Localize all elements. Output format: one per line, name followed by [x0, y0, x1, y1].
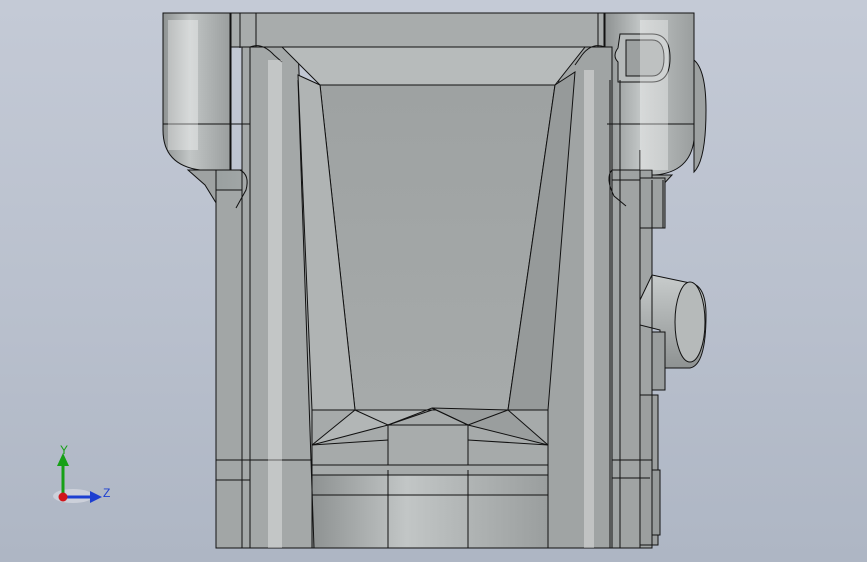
graphics-viewport[interactable]: Y Z	[0, 0, 867, 562]
triad-y-label: Y	[60, 443, 69, 457]
cad-part-model[interactable]	[0, 0, 867, 562]
triad-z-label: Z	[103, 486, 111, 500]
part-body	[162, 12, 707, 549]
pocket-lip	[280, 46, 587, 86]
orientation-triad: Y Z	[50, 440, 120, 510]
bottom-cylinder	[311, 474, 549, 549]
